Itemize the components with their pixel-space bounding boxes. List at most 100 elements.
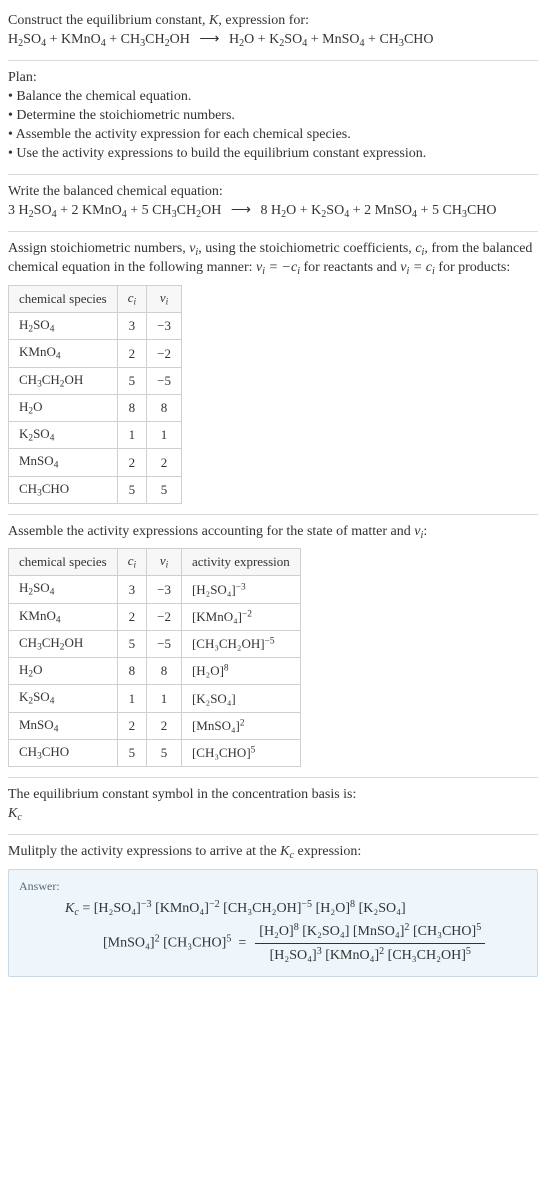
divider <box>8 174 538 175</box>
assign-text: for reactants and <box>300 260 400 275</box>
balanced-equation: 3 H2SO4 + 2 KMnO4 + 5 CH3CH2OH ⟶ 8 H2O +… <box>8 202 538 221</box>
cell-nui: 1 <box>147 422 182 449</box>
divider <box>8 834 538 835</box>
assign-text: for products: <box>435 260 510 275</box>
prompt-text-post: , expression for: <box>218 13 309 28</box>
cell-species: KMnO4 <box>9 603 118 630</box>
cell-ci: 2 <box>117 449 146 476</box>
col-nui: νi <box>147 285 182 312</box>
activity-table: chemical species ci νi activity expressi… <box>8 548 301 767</box>
col-species: chemical species <box>9 285 118 312</box>
plan-item-text: Determine the stoichiometric numbers. <box>16 108 235 123</box>
plan-item: • Use the activity expressions to build … <box>8 145 538 164</box>
page: Construct the equilibrium constant, K, e… <box>0 0 546 989</box>
cell-ci: 5 <box>117 739 146 766</box>
cell-ci: 3 <box>117 313 146 340</box>
table-row: H2SO43−3[H₂SO₄]−3 <box>9 576 301 603</box>
cell-ci: 8 <box>117 658 146 685</box>
term: [CH₃CH₂OH] <box>223 901 301 916</box>
table-row: CH3CH2OH5−5[CH₃CH₂OH]−5 <box>9 630 301 657</box>
cell-ci: 8 <box>117 394 146 421</box>
cell-nui: 2 <box>147 712 182 739</box>
term: [KMnO₄] <box>155 901 209 916</box>
table-row: MnSO422[MnSO₄]2 <box>9 712 301 739</box>
cell-nui: −2 <box>147 340 182 367</box>
cell-nui: 5 <box>147 476 182 503</box>
cell-ci: 5 <box>117 367 146 394</box>
unbalanced-equation: H2SO4 + KMnO4 + CH3CH2OH ⟶ H2O + K2SO4 +… <box>8 32 434 47</box>
cell-ci: 5 <box>117 630 146 657</box>
plan-item-text: Assemble the activity expression for eac… <box>16 127 351 142</box>
kc-symbol: Kc <box>280 844 294 859</box>
table-row: KMnO42−2 <box>9 340 182 367</box>
table-row: K2SO411[K₂SO₄] <box>9 685 301 712</box>
cell-species: H2O <box>9 394 118 421</box>
term-exp: −3 <box>141 899 152 910</box>
cell-species: CH3CH2OH <box>9 367 118 394</box>
cell-nui: −5 <box>147 367 182 394</box>
answer-label: Answer: <box>19 878 527 894</box>
cell-activity: [MnSO₄]2 <box>181 712 300 739</box>
cell-activity: [KMnO₄]−2 <box>181 603 300 630</box>
kc-symbol: Kc <box>8 805 538 824</box>
col-nui: νi <box>147 549 182 576</box>
plan-item: • Balance the chemical equation. <box>8 88 538 107</box>
term-exp: −2 <box>209 899 220 910</box>
table-row: CH3CH2OH5−5 <box>9 367 182 394</box>
table-row: CH3CHO55[CH₃CHO]5 <box>9 739 301 766</box>
table-row: MnSO422 <box>9 449 182 476</box>
table-row: H2SO43−3 <box>9 313 182 340</box>
answer-box: Answer: Kc = [H₂SO₄]−3 [KMnO₄]−2 [CH₃CH₂… <box>8 869 538 977</box>
cell-species: MnSO4 <box>9 712 118 739</box>
cell-nui: 5 <box>147 739 182 766</box>
cell-nui: −5 <box>147 630 182 657</box>
assemble-section: Assemble the activity expressions accoun… <box>8 523 538 542</box>
divider <box>8 777 538 778</box>
divider <box>8 60 538 61</box>
divider <box>8 514 538 515</box>
cell-species: CH3CH2OH <box>9 630 118 657</box>
balanced-title: Write the balanced chemical equation: <box>8 183 538 202</box>
term-exp: 2 <box>155 934 160 945</box>
table-header-row: chemical species ci νi <box>9 285 182 312</box>
cell-activity: [CH₃CH₂OH]−5 <box>181 630 300 657</box>
relation: νi = −ci <box>256 260 300 275</box>
fraction-denominator: [H₂SO₄]3 [KMnO₄]2 [CH₃CH₂OH]5 <box>255 944 485 966</box>
cell-activity: [K₂SO₄] <box>181 685 300 712</box>
plan-title: Plan: <box>8 69 538 88</box>
term-exp: −5 <box>301 899 312 910</box>
divider <box>8 231 538 232</box>
cell-ci: 2 <box>117 340 146 367</box>
cell-nui: −3 <box>147 576 182 603</box>
term: [MnSO₄] <box>103 936 155 951</box>
assign-text: Assign stoichiometric numbers, <box>8 241 189 256</box>
fraction-numerator: [H₂O]8 [K₂SO₄] [MnSO₄]2 [CH₃CHO]5 <box>255 921 485 944</box>
assign-section: Assign stoichiometric numbers, νi, using… <box>8 240 538 279</box>
col-activity: activity expression <box>181 549 300 576</box>
plan-item-text: Balance the chemical equation. <box>16 89 191 104</box>
cell-activity: [H₂O]8 <box>181 658 300 685</box>
cell-species: K2SO4 <box>9 422 118 449</box>
relation: νi = ci <box>400 260 435 275</box>
table-row: KMnO42−2[KMnO₄]−2 <box>9 603 301 630</box>
cell-species: KMnO4 <box>9 340 118 367</box>
term: [H₂O] <box>316 901 350 916</box>
cell-ci: 1 <box>117 685 146 712</box>
table-row: H2O88 <box>9 394 182 421</box>
term: [K₂SO₄] <box>359 901 406 916</box>
cell-species: CH3CHO <box>9 476 118 503</box>
assemble-text: : <box>423 524 427 539</box>
col-species: chemical species <box>9 549 118 576</box>
table-row: K2SO411 <box>9 422 182 449</box>
term-exp: 5 <box>226 934 231 945</box>
answer-expression: Kc = [H₂SO₄]−3 [KMnO₄]−2 [CH₃CH₂OH]−5 [H… <box>19 898 527 966</box>
cell-ci: 2 <box>117 712 146 739</box>
kc-symbol: Kc <box>65 901 79 916</box>
balanced-section: Write the balanced chemical equation: 3 … <box>8 183 538 221</box>
plan-item: • Assemble the activity expression for e… <box>8 126 538 145</box>
cell-ci: 3 <box>117 576 146 603</box>
col-ci: ci <box>117 285 146 312</box>
multiply-text: Mulitply the activity expressions to arr… <box>8 844 280 859</box>
cell-species: H2SO4 <box>9 576 118 603</box>
nu-symbol: νi <box>189 241 198 256</box>
